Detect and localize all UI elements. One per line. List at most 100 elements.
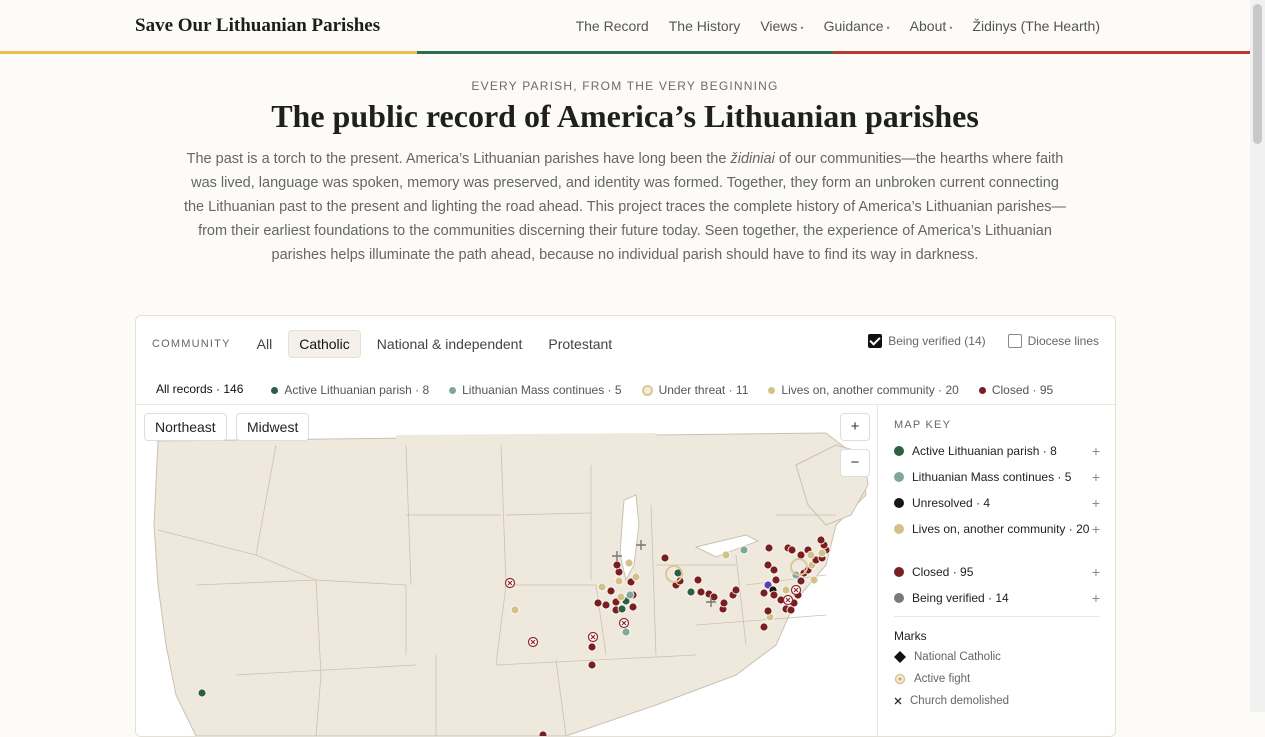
expand-icon[interactable]: + [1092,590,1100,606]
parish-marker-66[interactable] [781,585,791,595]
parish-marker-70[interactable] [510,605,520,615]
region-midwest-button[interactable]: Midwest [236,413,310,441]
nav-about[interactable]: About • [910,18,953,34]
being-verified-toggle[interactable]: Being verified (14) [868,334,986,348]
tricolor-red [833,51,1251,54]
filter-lives-on[interactable]: Lives on, another community · 20 [768,383,959,397]
parish-marker-36[interactable] [771,575,781,585]
parish-marker-68[interactable] [587,642,597,652]
key-item-unresolved[interactable]: Unresolved · 4 + [894,495,1100,511]
parish-marker-69[interactable] [587,660,597,670]
parish-marker-64[interactable] [759,622,769,632]
parish-marker-62[interactable] [809,575,819,585]
nav-the-history[interactable]: The History [669,18,741,34]
parish-marker-18[interactable] [660,553,670,563]
lives-on-dot-icon [894,524,904,534]
parish-marker-11[interactable] [597,582,607,592]
expand-icon[interactable]: + [1092,564,1100,580]
parish-marker-13[interactable] [624,558,634,568]
parish-marker-14[interactable] [614,576,624,586]
filter-under-threat[interactable]: Under threat · 11 [641,383,748,397]
nav-zidinys[interactable]: Židinys (The Hearth) [972,18,1100,34]
parish-marker-12[interactable] [631,572,641,582]
parish-marker-67[interactable] [621,627,631,637]
parish-marker-65[interactable] [763,606,773,616]
parish-marker-57[interactable] [796,550,806,560]
parish-marker-24[interactable] [696,587,706,597]
parish-marker-54[interactable] [816,535,826,545]
parish-marker-6[interactable] [616,592,626,602]
filter-closed[interactable]: Closed · 95 [978,383,1053,397]
parish-marker-17[interactable] [628,602,638,612]
tab-protestant[interactable]: Protestant [538,331,622,357]
zoom-in-button[interactable]: + [840,413,870,441]
parish-marker-55[interactable] [817,548,827,558]
parish-map[interactable]: Northeast Midwest + − [136,405,876,736]
zoom-out-button[interactable]: − [840,449,870,477]
expand-icon[interactable]: + [1092,469,1100,485]
mass-dot-icon [449,386,457,394]
brand-logo[interactable]: Save Our Lithuanian Parishes [135,15,380,37]
filter-all-records[interactable]: All records · 146 [148,382,252,406]
region-northeast-button[interactable]: Northeast [144,413,227,441]
diocese-lines-toggle[interactable]: Diocese lines [1007,334,1099,348]
parish-marker-35[interactable] [769,565,779,575]
unresolved-dot-icon [894,498,904,508]
parish-marker-72[interactable] [538,730,548,736]
key-item-verified[interactable]: Being verified · 14 + [894,590,1100,606]
tab-national-independent[interactable]: National & independent [367,331,533,357]
parish-marker-3[interactable] [593,598,603,608]
diamond-icon [894,651,906,663]
map-toggles: Being verified (14) Diocese lines [868,334,1099,348]
page-scrollbar[interactable] [1250,0,1265,712]
parish-marker-2[interactable] [601,600,611,610]
chevron-down-icon: • [800,23,804,33]
parish-marker-15[interactable] [617,604,627,614]
chevron-down-icon: • [949,23,953,33]
parish-marker-61[interactable] [806,550,816,560]
tricolor-divider [0,51,1251,54]
parish-marker-39[interactable] [759,588,769,598]
parish-marker-59[interactable] [787,545,797,555]
parish-marker-22[interactable] [693,575,703,585]
key-item-mass[interactable]: Lithuanian Mass continues · 5 + [894,469,1100,485]
parish-marker-10[interactable] [612,560,622,570]
parish-marker-40[interactable] [769,590,779,600]
parish-marker-30[interactable] [731,585,741,595]
key-item-lives-on[interactable]: Lives on, another community · 20 + [894,521,1100,537]
expand-icon[interactable]: + [1092,521,1100,537]
tab-catholic[interactable]: Catholic [288,330,361,358]
status-filters: All records · 146 Active Lithuanian pari… [148,374,1053,406]
tab-all[interactable]: All [247,331,283,357]
key-item-active[interactable]: Active Lithuanian parish · 8 + [894,443,1100,459]
nav-the-record[interactable]: The Record [576,18,649,34]
parish-marker-28[interactable] [719,598,729,608]
marks-title: Marks [894,629,927,643]
us-map[interactable] [136,405,876,736]
chevron-down-icon: • [886,23,890,33]
parish-marker-16[interactable] [625,590,635,600]
filter-active-parish[interactable]: Active Lithuanian parish · 8 [271,383,429,397]
key-divider [894,616,1100,617]
page-title: The public record of America’s Lithuania… [271,98,979,134]
checkbox-checked-icon[interactable] [868,334,883,348]
scrollbar-thumb[interactable] [1253,4,1262,144]
nav-guidance[interactable]: Guidance • [824,18,890,34]
key-item-closed[interactable]: Closed · 95 + [894,564,1100,580]
hero-eyebrow: EVERY PARISH, FROM THE VERY BEGINNING [471,79,779,93]
parish-marker-4[interactable] [606,586,616,596]
ring-icon [894,673,906,685]
nav-views[interactable]: Views • [760,18,803,34]
expand-icon[interactable]: + [1092,495,1100,511]
filter-mass-continues[interactable]: Lithuanian Mass continues · 5 [449,383,622,397]
parish-marker-33[interactable] [764,543,774,553]
parish-marker-23[interactable] [686,587,696,597]
parish-marker-71[interactable] [197,688,207,698]
mark-national-catholic: National Catholic [894,651,1001,663]
expand-icon[interactable]: + [1092,443,1100,459]
parish-marker-31[interactable] [721,550,731,560]
map-panel: COMMUNITY All Catholic National & indepe… [135,315,1116,737]
checkbox-icon[interactable] [1007,334,1022,348]
parish-marker-32[interactable] [739,545,749,555]
lives-on-dot-icon [768,386,776,394]
